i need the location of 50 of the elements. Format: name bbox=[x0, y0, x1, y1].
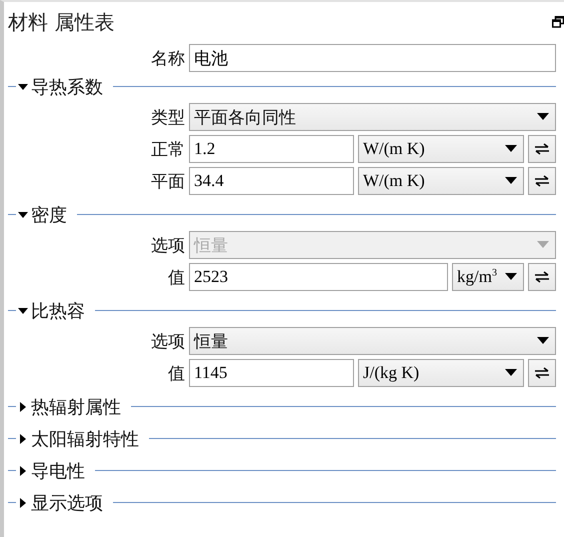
field-label: 正常 bbox=[151, 138, 185, 160]
swap-button[interactable] bbox=[528, 263, 556, 291]
swap-arrows-icon bbox=[534, 367, 550, 379]
swap-button[interactable] bbox=[528, 167, 556, 195]
value-field[interactable]: 2523 bbox=[189, 263, 448, 291]
section-title[interactable]: 导电性 bbox=[31, 458, 85, 482]
unit-dropdown[interactable]: kg/m$^{3}$ bbox=[452, 263, 524, 291]
field-label: 名称 bbox=[151, 48, 185, 70]
value-field[interactable]: 1145 bbox=[189, 359, 354, 387]
panel-title: 材料 属性表 bbox=[8, 8, 116, 36]
collapse-triangle-icon[interactable] bbox=[18, 82, 28, 92]
field-label: 平面 bbox=[151, 170, 185, 192]
swap-arrows-icon bbox=[534, 175, 550, 187]
value-field[interactable]: 34.4 bbox=[189, 167, 354, 195]
dropdown-arrow-icon bbox=[505, 369, 517, 377]
section-title[interactable]: 导热系数 bbox=[31, 74, 103, 98]
dropdown-arrow-icon bbox=[537, 241, 549, 249]
dropdown[interactable]: 平面各向同性 bbox=[189, 103, 556, 131]
dropdown-arrow-icon bbox=[537, 337, 549, 345]
dropdown-arrow-icon bbox=[505, 145, 517, 153]
expand-triangle-icon[interactable] bbox=[18, 402, 28, 412]
dropdown-arrow-icon bbox=[537, 113, 549, 121]
expand-triangle-icon[interactable] bbox=[18, 434, 28, 444]
swap-arrows-icon bbox=[534, 143, 550, 155]
expand-triangle-icon[interactable] bbox=[18, 498, 28, 508]
swap-button[interactable] bbox=[528, 135, 556, 163]
unit-dropdown[interactable]: W/(m K) bbox=[358, 135, 524, 163]
section-title[interactable]: 密度 bbox=[31, 202, 67, 226]
unit-dropdown[interactable]: W/(m K) bbox=[358, 167, 524, 195]
name-field[interactable]: 电池 bbox=[189, 44, 556, 72]
swap-button[interactable] bbox=[528, 359, 556, 387]
field-label: 值 bbox=[168, 362, 185, 384]
dropdown-arrow-icon bbox=[505, 177, 517, 185]
field-label: 类型 bbox=[151, 106, 185, 128]
section-title[interactable]: 热辐射属性 bbox=[31, 394, 121, 418]
dropdown[interactable]: 恒量 bbox=[189, 327, 556, 355]
unit-dropdown[interactable]: J/(kg K) bbox=[358, 359, 524, 387]
section-title[interactable]: 显示选项 bbox=[31, 490, 103, 514]
section-title[interactable]: 比热容 bbox=[31, 298, 85, 322]
value-field[interactable]: 1.2 bbox=[189, 135, 354, 163]
collapse-triangle-icon[interactable] bbox=[18, 306, 28, 316]
collapse-triangle-icon[interactable] bbox=[18, 210, 28, 220]
swap-arrows-icon bbox=[534, 271, 550, 283]
dropdown-arrow-icon bbox=[505, 273, 517, 281]
section-title[interactable]: 太阳辐射特性 bbox=[31, 426, 139, 450]
expand-triangle-icon[interactable] bbox=[18, 466, 28, 476]
field-label: 选项 bbox=[151, 234, 185, 256]
field-label: 值 bbox=[168, 266, 185, 288]
field-label: 选项 bbox=[151, 330, 185, 352]
restore-window-icon[interactable] bbox=[552, 16, 564, 28]
